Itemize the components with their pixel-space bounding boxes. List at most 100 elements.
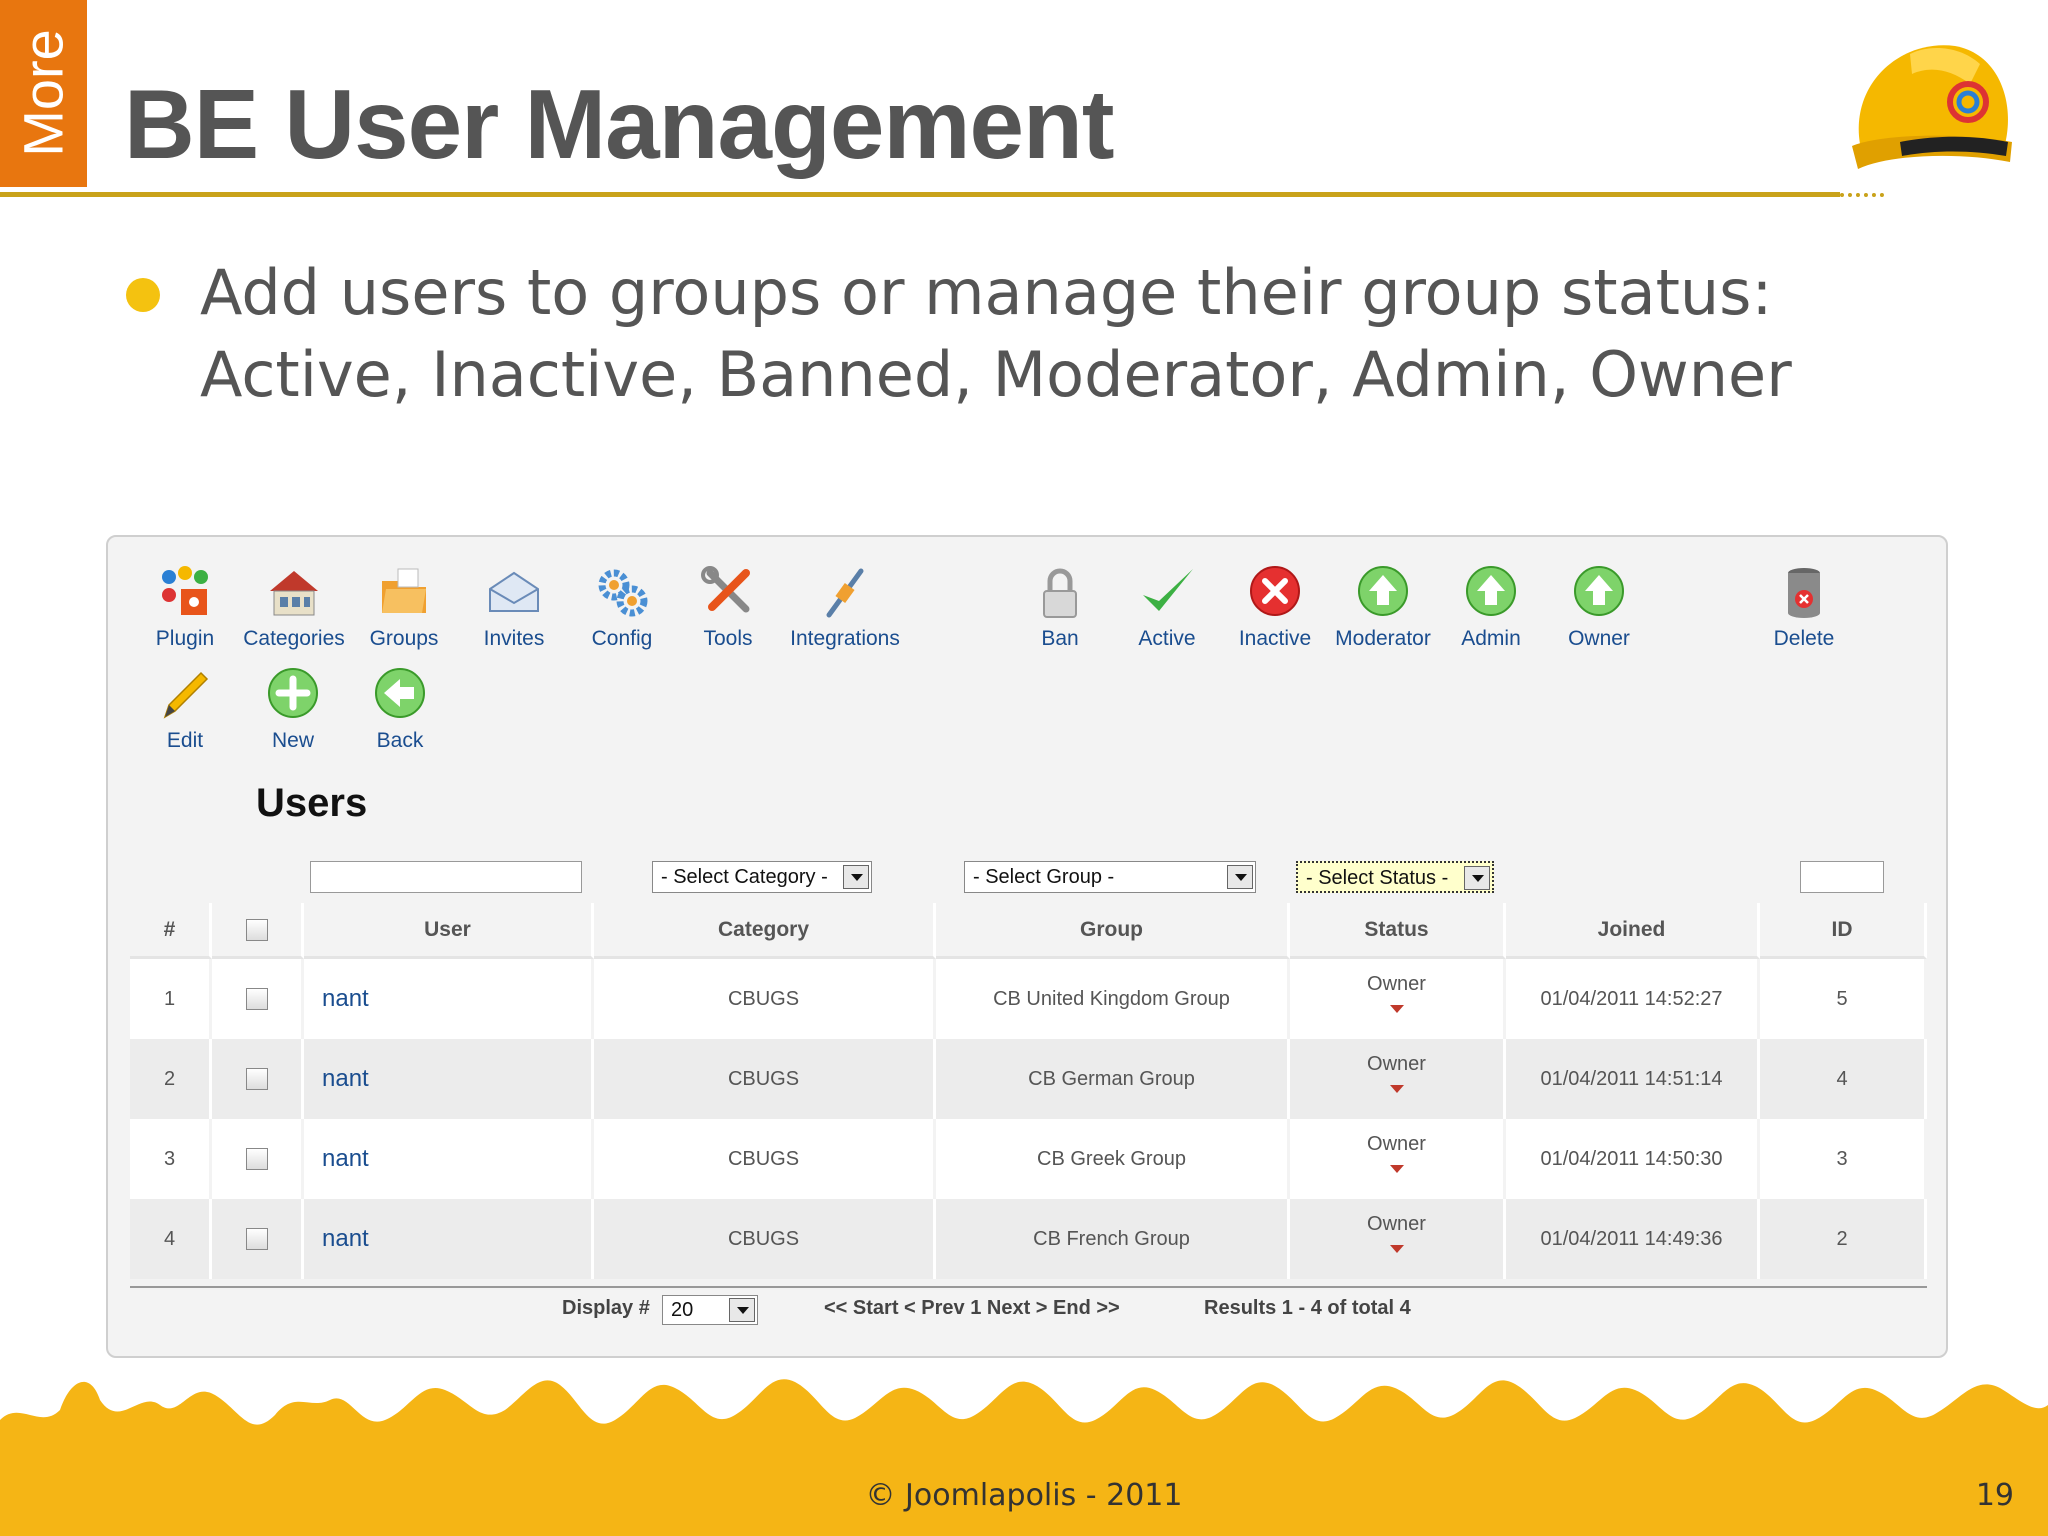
moderator-button[interactable]: Moderator	[1333, 563, 1433, 659]
status-down-arrow-icon[interactable]	[1389, 1085, 1404, 1093]
users-heading: Users	[256, 781, 368, 825]
id-search-input[interactable]	[1800, 861, 1884, 893]
admin-button[interactable]: Admin	[1441, 563, 1541, 659]
row-checkbox-cell	[212, 1039, 304, 1119]
table-row: 2 nant CBUGS CB German Group Owner 01/04…	[130, 1039, 1927, 1119]
col-header-user[interactable]: User	[304, 903, 594, 959]
row-checkbox-cell	[212, 959, 304, 1039]
row-checkbox-cell	[212, 1119, 304, 1199]
groups-button[interactable]: Groups	[354, 563, 454, 659]
id-cell: 3	[1760, 1119, 1927, 1199]
row-number: 1	[130, 959, 212, 1039]
user-search-input[interactable]	[310, 861, 582, 893]
side-tab: More	[0, 0, 87, 187]
delete-button[interactable]: Delete	[1754, 563, 1854, 659]
title-rule	[0, 192, 1840, 197]
user-link[interactable]: nant	[322, 1225, 369, 1252]
new-button[interactable]: New	[243, 665, 343, 761]
group-select-value: - Select Group -	[973, 866, 1115, 888]
gear-icon	[598, 569, 648, 617]
pagination-nav[interactable]: << Start < Prev 1 Next > End >>	[824, 1297, 1120, 1320]
inactive-button[interactable]: Inactive	[1225, 563, 1325, 659]
category-select[interactable]: - Select Category -	[652, 861, 872, 893]
integrations-button[interactable]: Integrations	[790, 563, 900, 659]
filter-row: - Select Category - - Select Group - - S…	[130, 855, 1927, 903]
table-footer-rule	[130, 1286, 1927, 1288]
category-cell: CBUGS	[594, 959, 936, 1039]
tools-icon	[701, 566, 750, 613]
row-number: 3	[130, 1119, 212, 1199]
invites-button[interactable]: Invites	[464, 563, 564, 659]
tools-button[interactable]: Tools	[678, 563, 778, 659]
ban-button[interactable]: Ban	[1010, 563, 1110, 659]
group-cell: CB German Group	[936, 1039, 1290, 1119]
col-header-num: #	[130, 903, 212, 959]
left-arrow-circle-icon	[375, 668, 425, 718]
col-header-status[interactable]: Status	[1290, 903, 1506, 959]
table-row: 3 nant CBUGS CB Greek Group Owner 01/04/…	[130, 1119, 1927, 1199]
group-cell: CB Greek Group	[936, 1119, 1290, 1199]
user-link[interactable]: nant	[322, 1145, 369, 1172]
status-down-arrow-icon[interactable]	[1389, 1005, 1404, 1013]
copyright-footer: © Joomlapolis - 2011	[865, 1478, 1183, 1513]
bullet-line-1: Add users to groups or manage their grou…	[200, 256, 1773, 329]
display-count-value: 20	[671, 1299, 694, 1321]
row-number: 2	[130, 1039, 212, 1119]
table-row: 4 nant CBUGS CB French Group Owner 01/04…	[130, 1199, 1927, 1279]
red-x-circle-icon	[1250, 566, 1300, 616]
back-label: Back	[376, 729, 424, 752]
user-cell: nant	[304, 1119, 594, 1199]
admin-screenshot-panel: Plugin Categories Groups Invites Config …	[106, 535, 1948, 1358]
user-link[interactable]: nant	[322, 985, 369, 1012]
row-checkbox-cell	[212, 1199, 304, 1279]
plus-circle-icon	[268, 668, 318, 718]
groups-folder-icon	[382, 568, 426, 613]
owner-button[interactable]: Owner	[1549, 563, 1649, 659]
status-down-arrow-icon[interactable]	[1389, 1245, 1404, 1253]
id-cell: 4	[1760, 1039, 1927, 1119]
status-value: Owner	[1367, 973, 1426, 995]
row-checkbox[interactable]	[245, 1068, 268, 1091]
select-all-checkbox[interactable]	[245, 918, 268, 941]
integrations-label: Integrations	[790, 627, 900, 650]
display-label: Display #	[562, 1297, 650, 1319]
col-header-group[interactable]: Group	[936, 903, 1290, 959]
hard-hat-icon	[1852, 45, 2012, 169]
joined-cell: 01/04/2011 14:50:30	[1506, 1119, 1760, 1199]
up-arrow-circle-icon	[1466, 566, 1516, 616]
joined-cell: 01/04/2011 14:52:27	[1506, 959, 1760, 1039]
row-checkbox[interactable]	[245, 1148, 268, 1171]
status-select[interactable]: - Select Status -	[1296, 861, 1494, 893]
user-link[interactable]: nant	[322, 1065, 369, 1092]
group-select[interactable]: - Select Group -	[964, 861, 1256, 893]
status-cell: Owner	[1290, 959, 1506, 1039]
user-cell: nant	[304, 1199, 594, 1279]
row-checkbox[interactable]	[245, 988, 268, 1011]
categories-button[interactable]: Categories	[243, 563, 345, 659]
col-header-id[interactable]: ID	[1760, 903, 1927, 959]
status-down-arrow-icon[interactable]	[1389, 1165, 1404, 1173]
col-header-category[interactable]: Category	[594, 903, 936, 959]
category-select-value: - Select Category -	[661, 866, 828, 888]
row-checkbox[interactable]	[245, 1228, 268, 1251]
slide-page-number: 19	[1975, 1478, 2014, 1513]
group-cell: CB French Group	[936, 1199, 1290, 1279]
checkmark-icon	[1143, 569, 1193, 611]
display-count-select[interactable]: 20	[662, 1295, 758, 1325]
chevron-down-icon	[1464, 866, 1490, 890]
edit-button[interactable]: Edit	[135, 665, 235, 761]
id-cell: 2	[1760, 1199, 1927, 1279]
config-button[interactable]: Config	[572, 563, 672, 659]
group-cell: CB United Kingdom Group	[936, 959, 1290, 1039]
back-button[interactable]: Back	[350, 665, 450, 761]
plugin-icon	[162, 566, 208, 615]
users-table: # User Category Group Status Joined ID 1…	[130, 903, 1927, 1279]
col-header-joined[interactable]: Joined	[1506, 903, 1760, 959]
pencil-icon	[163, 671, 209, 719]
status-value: Owner	[1367, 1133, 1426, 1155]
user-cell: nant	[304, 959, 594, 1039]
plugin-button[interactable]: Plugin	[135, 563, 235, 659]
active-button[interactable]: Active	[1117, 563, 1217, 659]
col-header-select-all	[212, 903, 304, 959]
joined-cell: 01/04/2011 14:49:36	[1506, 1199, 1760, 1279]
